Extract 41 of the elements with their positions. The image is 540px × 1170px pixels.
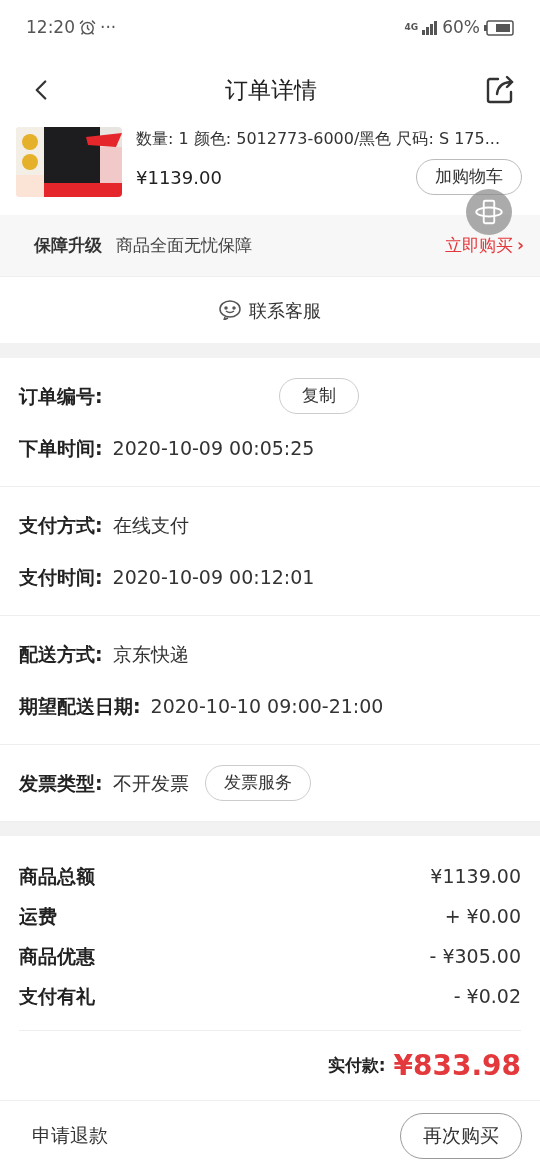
total-label: 运费 <box>19 903 57 929</box>
info-label: 支付时间: <box>19 564 103 590</box>
page-title: 订单详情 <box>225 75 317 105</box>
info-value: 2020-10-09 00:05:25 <box>112 435 315 461</box>
share-button[interactable] <box>484 74 516 106</box>
info-label: 期望配送日期: <box>19 693 141 719</box>
more-notifications: ··· <box>100 15 117 39</box>
contact-service-button[interactable]: 联系客服 <box>0 277 540 343</box>
total-value: + ¥0.00 <box>444 903 521 929</box>
chat-bubble-icon <box>219 300 241 320</box>
network-label: 4G <box>404 20 419 34</box>
info-label: 下单时间: <box>19 435 103 461</box>
info-label: 配送方式: <box>19 641 103 667</box>
guarantee-description: 商品全面无忧保障 <box>116 233 253 257</box>
product-specs: 数量: 1 颜色: 5012773-6000/黑色 尺码: S 175... <box>136 128 501 150</box>
total-label: 商品总额 <box>19 863 95 889</box>
info-label: 发票类型: <box>19 770 103 796</box>
clock-time: 12:20 <box>26 15 75 39</box>
info-value: 2020-10-10 09:00-21:00 <box>150 693 384 719</box>
alarm-icon <box>79 19 96 36</box>
total-value: ¥1139.00 <box>430 863 521 889</box>
info-value: 在线支付 <box>112 512 189 538</box>
rotate-phone-icon <box>474 197 504 227</box>
total-value: - ¥0.02 <box>453 983 521 1009</box>
total-label: 商品优惠 <box>19 943 95 969</box>
paid-amount: ¥833.98 <box>393 1047 521 1084</box>
guarantee-title: 保障升级 <box>34 233 102 257</box>
refund-link[interactable]: 申请退款 <box>32 1121 108 1150</box>
product-price: ¥1139.00 <box>136 165 222 190</box>
info-label: 订单编号: <box>19 383 103 409</box>
info-value: 京东快递 <box>112 641 189 667</box>
buy-now-link[interactable]: 立即购买 › <box>445 232 524 259</box>
info-value: 不开发票 <box>112 770 189 796</box>
info-label: 支付方式: <box>19 512 103 538</box>
battery-percent: 60% <box>442 15 480 39</box>
total-value: - ¥305.00 <box>429 943 521 969</box>
paid-label: 实付款: <box>327 1053 386 1077</box>
battery-icon <box>484 19 514 36</box>
total-label: 支付有礼 <box>19 983 95 1009</box>
signal-icon <box>422 20 439 35</box>
info-value: 2020-10-09 00:12:01 <box>112 564 315 590</box>
